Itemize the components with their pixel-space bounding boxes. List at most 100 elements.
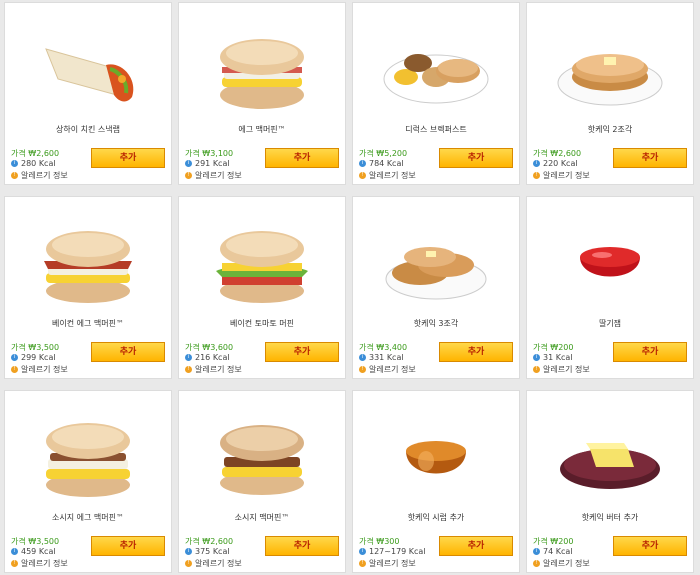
- product-card[interactable]: 핫케익 버터 추가 가격 ₩200 i 74 Kcal ! 알레르기 정보 추가: [526, 390, 694, 573]
- allergy-icon: !: [11, 366, 18, 373]
- add-button[interactable]: 추가: [91, 342, 165, 362]
- product-name[interactable]: 베이컨 에그 맥머핀™: [5, 318, 171, 329]
- product-image[interactable]: [5, 3, 171, 115]
- allergy-icon: !: [533, 560, 540, 567]
- product-card[interactable]: 핫케익 시럽 추가 가격 ₩300 i 127~179 Kcal ! 알레르기 정보…: [352, 390, 520, 573]
- allergy-icon: !: [533, 366, 540, 373]
- product-image[interactable]: [5, 391, 171, 503]
- add-button[interactable]: 추가: [91, 536, 165, 556]
- allergy-icon: !: [11, 172, 18, 179]
- add-button[interactable]: 추가: [265, 536, 339, 556]
- product-card[interactable]: 상하이 치킨 스낵랩 가격 ₩2,600 i 280 Kcal ! 알레르기 정보 …: [4, 2, 172, 185]
- allergy-icon: !: [185, 172, 192, 179]
- product-image[interactable]: [527, 197, 693, 309]
- info-icon: i: [359, 354, 366, 361]
- add-button[interactable]: 추가: [613, 342, 687, 362]
- product-image[interactable]: [179, 391, 345, 503]
- allergy-icon: !: [185, 560, 192, 567]
- add-button[interactable]: 추가: [91, 148, 165, 168]
- add-button[interactable]: 추가: [439, 148, 513, 168]
- product-name[interactable]: 핫케익 시럽 추가: [353, 512, 519, 523]
- product-image[interactable]: [353, 391, 519, 503]
- allergy-info-link[interactable]: ! 알레르기 정보: [185, 364, 242, 375]
- product-calories: i 299 Kcal: [11, 353, 56, 362]
- product-image[interactable]: [179, 3, 345, 115]
- product-card[interactable]: 딸기잼 가격 ₩200 i 31 Kcal ! 알레르기 정보 추가: [526, 196, 694, 379]
- info-icon: i: [185, 160, 192, 167]
- allergy-info-link[interactable]: ! 알레르기 정보: [359, 364, 416, 375]
- allergy-info-link[interactable]: ! 알레르기 정보: [185, 558, 242, 569]
- product-card[interactable]: 소시지 맥머핀™ 가격 ₩2,600 i 375 Kcal ! 알레르기 정보 추가: [178, 390, 346, 573]
- product-card[interactable]: 에그 맥머핀™ 가격 ₩3,100 i 291 Kcal ! 알레르기 정보 추가: [178, 2, 346, 185]
- product-name[interactable]: 딸기잼: [527, 318, 693, 329]
- info-icon: i: [185, 354, 192, 361]
- allergy-info-link[interactable]: ! 알레르기 정보: [11, 170, 68, 181]
- add-button[interactable]: 추가: [439, 536, 513, 556]
- product-name[interactable]: 디럭스 브렉퍼스트: [353, 124, 519, 135]
- allergy-info-link[interactable]: ! 알레르기 정보: [533, 170, 590, 181]
- product-calories: i 459 Kcal: [11, 547, 56, 556]
- product-price: 가격 ₩3,600: [185, 343, 234, 352]
- product-name[interactable]: 베이컨 토마토 머핀: [179, 318, 345, 329]
- product-price: 가격 ₩2,600: [185, 537, 234, 546]
- allergy-info-link[interactable]: ! 알레르기 정보: [533, 558, 590, 569]
- product-price: 가격 ₩3,500: [11, 343, 60, 352]
- product-card[interactable]: 소시지 에그 맥머핀™ 가격 ₩3,500 i 459 Kcal ! 알레르기 정보…: [4, 390, 172, 573]
- info-icon: i: [359, 548, 366, 555]
- add-button[interactable]: 추가: [439, 342, 513, 362]
- allergy-icon: !: [11, 560, 18, 567]
- info-icon: i: [11, 548, 18, 555]
- product-calories: i 31 Kcal: [533, 353, 573, 362]
- product-price: 가격 ₩200: [533, 537, 574, 546]
- info-icon: i: [533, 354, 540, 361]
- product-price: 가격 ₩5,200: [359, 149, 408, 158]
- info-icon: i: [185, 548, 192, 555]
- product-name[interactable]: 상하이 치킨 스낵랩: [5, 124, 171, 135]
- product-image[interactable]: [5, 197, 171, 309]
- product-image[interactable]: [353, 3, 519, 115]
- product-image[interactable]: [527, 391, 693, 503]
- product-name[interactable]: 에그 맥머핀™: [179, 124, 345, 135]
- info-icon: i: [359, 160, 366, 167]
- product-card[interactable]: 핫케익 2조각 가격 ₩2,600 i 220 Kcal ! 알레르기 정보 추가: [526, 2, 694, 185]
- product-image[interactable]: [527, 3, 693, 115]
- add-button[interactable]: 추가: [265, 342, 339, 362]
- allergy-info-link[interactable]: ! 알레르기 정보: [359, 558, 416, 569]
- allergy-icon: !: [533, 172, 540, 179]
- product-calories: i 127~179 Kcal: [359, 547, 426, 556]
- product-price: 가격 ₩3,100: [185, 149, 234, 158]
- product-calories: i 331 Kcal: [359, 353, 404, 362]
- allergy-icon: !: [359, 366, 366, 373]
- product-calories: i 74 Kcal: [533, 547, 573, 556]
- allergy-icon: !: [359, 172, 366, 179]
- product-card[interactable]: 핫케익 3조각 가격 ₩3,400 i 331 Kcal ! 알레르기 정보 추가: [352, 196, 520, 379]
- info-icon: i: [533, 160, 540, 167]
- product-name[interactable]: 핫케익 2조각: [527, 124, 693, 135]
- product-name[interactable]: 핫케익 3조각: [353, 318, 519, 329]
- product-calories: i 375 Kcal: [185, 547, 230, 556]
- product-image[interactable]: [179, 197, 345, 309]
- add-button[interactable]: 추가: [613, 148, 687, 168]
- info-icon: i: [11, 160, 18, 167]
- product-card[interactable]: 디럭스 브렉퍼스트 가격 ₩5,200 i 784 Kcal ! 알레르기 정보 추…: [352, 2, 520, 185]
- info-icon: i: [533, 548, 540, 555]
- allergy-info-link[interactable]: ! 알레르기 정보: [11, 558, 68, 569]
- product-name[interactable]: 핫케익 버터 추가: [527, 512, 693, 523]
- product-image[interactable]: [353, 197, 519, 309]
- product-price: 가격 ₩3,400: [359, 343, 408, 352]
- allergy-info-link[interactable]: ! 알레르기 정보: [359, 170, 416, 181]
- product-card[interactable]: 베이컨 토마토 머핀 가격 ₩3,600 i 216 Kcal ! 알레르기 정보 …: [178, 196, 346, 379]
- allergy-info-link[interactable]: ! 알레르기 정보: [533, 364, 590, 375]
- product-name[interactable]: 소시지 맥머핀™: [179, 512, 345, 523]
- allergy-icon: !: [359, 560, 366, 567]
- allergy-icon: !: [185, 366, 192, 373]
- product-name[interactable]: 소시지 에그 맥머핀™: [5, 512, 171, 523]
- info-icon: i: [11, 354, 18, 361]
- add-button[interactable]: 추가: [613, 536, 687, 556]
- allergy-info-link[interactable]: ! 알레르기 정보: [185, 170, 242, 181]
- product-calories: i 291 Kcal: [185, 159, 230, 168]
- add-button[interactable]: 추가: [265, 148, 339, 168]
- allergy-info-link[interactable]: ! 알레르기 정보: [11, 364, 68, 375]
- product-card[interactable]: 베이컨 에그 맥머핀™ 가격 ₩3,500 i 299 Kcal ! 알레르기 정보…: [4, 196, 172, 379]
- product-calories: i 280 Kcal: [11, 159, 56, 168]
